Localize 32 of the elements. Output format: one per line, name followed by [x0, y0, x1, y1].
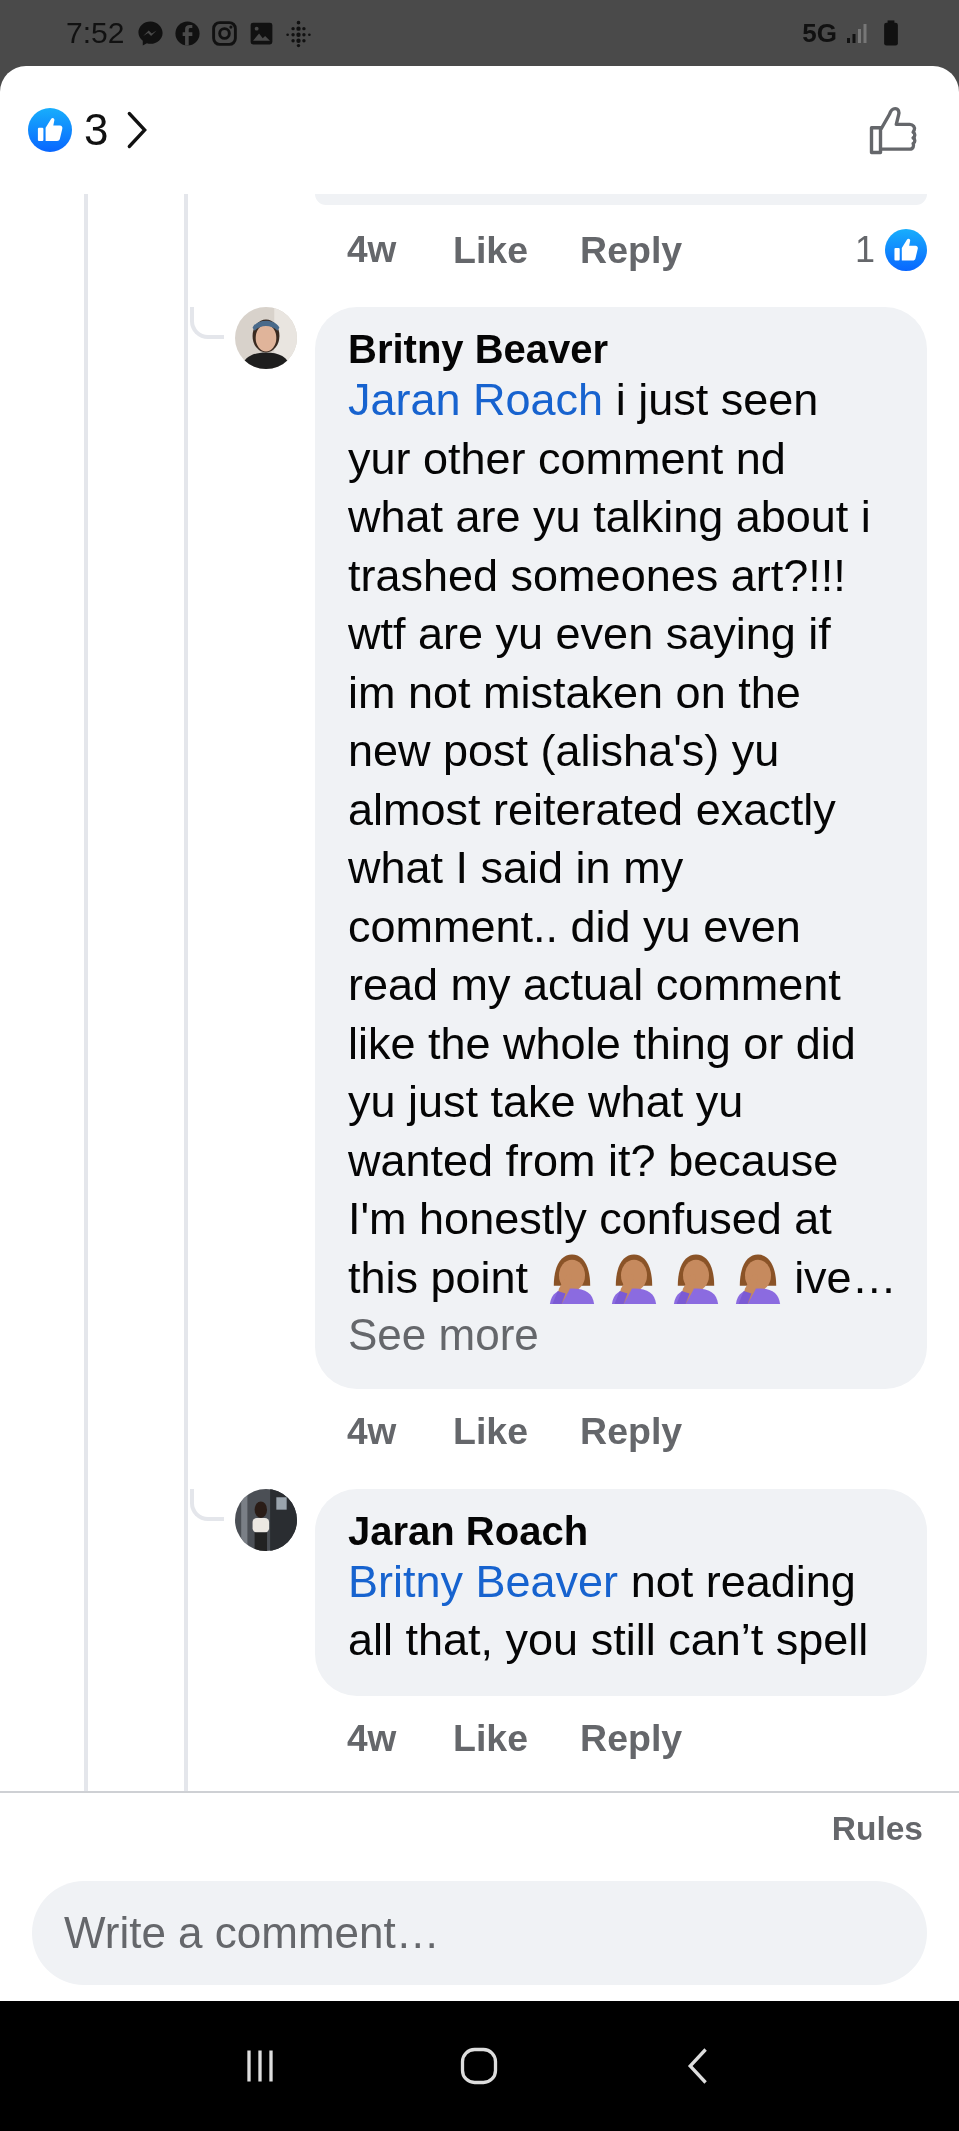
reaction-count: 1	[854, 229, 875, 271]
mention-link[interactable]: Jaran Roach	[348, 374, 604, 425]
clock-time: 7:52	[66, 16, 125, 50]
comment-input[interactable]: Write a comment…	[32, 1881, 927, 1985]
truncated-text: ive…	[794, 1251, 897, 1304]
camera-icon	[210, 18, 240, 48]
comment-time: 4w	[347, 1410, 398, 1453]
battery-icon	[883, 19, 899, 47]
thread-connector	[190, 307, 224, 339]
rules-link[interactable]: Rules	[827, 1807, 927, 1851]
thumbs-up-icon	[28, 108, 72, 152]
like-link[interactable]: Like	[453, 1410, 529, 1453]
author-name[interactable]: Jaran Roach	[348, 1508, 589, 1553]
see-more-link[interactable]: See more	[348, 1306, 539, 1363]
like-link[interactable]: Like	[453, 1717, 529, 1760]
comment-time: 4w	[347, 229, 398, 271]
reactions-button[interactable]: 3	[28, 105, 149, 155]
dots-icon	[284, 18, 314, 48]
thread-connector	[190, 1488, 224, 1521]
comment-time: 4w	[347, 1717, 398, 1760]
mention-link[interactable]: Britny Beaver	[348, 1555, 619, 1607]
like-link[interactable]: Like	[453, 228, 529, 272]
comment-text: Britny Beaver not reading all that, you still can’t spell	[348, 1554, 869, 1667]
comment-text: this point	[348, 1251, 529, 1304]
chevron-right-icon	[126, 110, 149, 150]
reply-link[interactable]: Reply	[580, 1717, 683, 1760]
reply-link[interactable]: Reply	[580, 1410, 683, 1453]
network-type: 5G	[802, 17, 837, 49]
author-name[interactable]: Britny Beaver	[348, 327, 609, 371]
social-circle-icon	[173, 18, 203, 48]
thumbs-up-icon	[885, 229, 927, 271]
reply-link[interactable]: Reply	[580, 228, 683, 272]
